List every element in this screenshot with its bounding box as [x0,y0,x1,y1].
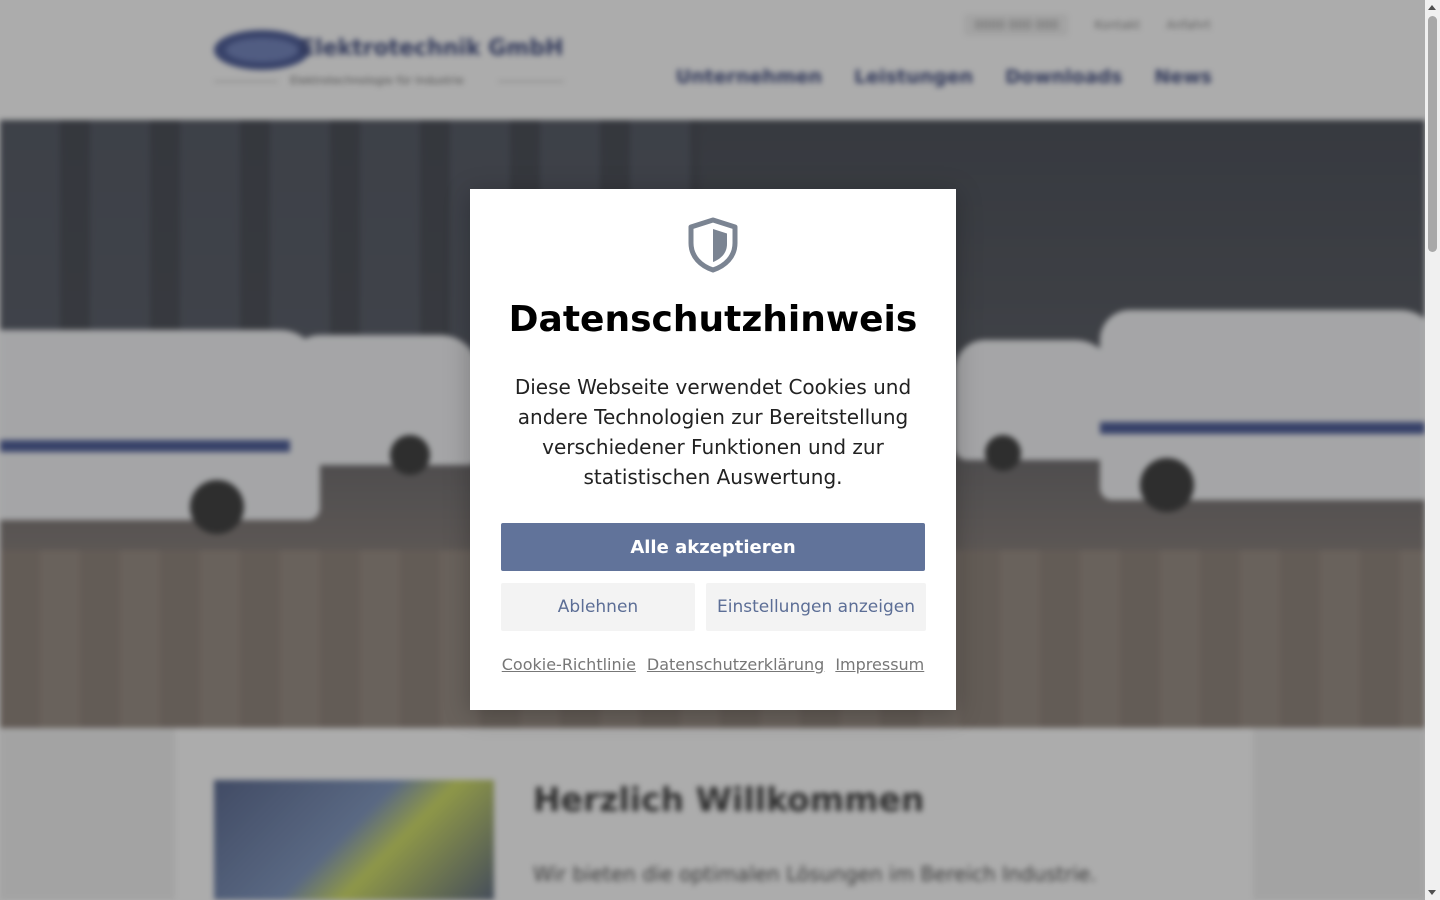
decline-button[interactable]: Ablehnen [501,583,695,631]
show-settings-button[interactable]: Einstellungen anzeigen [706,583,926,631]
dialog-title: Datenschutzhinweis [508,299,918,340]
imprint-link[interactable]: Impressum [835,655,924,674]
scrollbar-thumb[interactable] [1428,16,1437,252]
scroll-down-icon[interactable] [1428,890,1436,895]
cookie-policy-link[interactable]: Cookie-Richtlinie [502,655,636,674]
privacy-policy-link[interactable]: Datenschutzerklärung [647,655,824,674]
dialog-message: Diese Webseite verwendet Cookies und and… [514,375,912,489]
accept-all-button[interactable]: Alle akzeptieren [501,523,925,571]
scroll-up-icon[interactable] [1428,5,1436,10]
shield-icon [688,217,738,273]
vertical-scrollbar[interactable] [1425,0,1440,900]
legal-links: Cookie-Richtlinie Datenschutzerklärung I… [470,655,956,674]
cookie-consent-dialog: Datenschutzhinweis Diese Webseite verwen… [470,189,956,710]
